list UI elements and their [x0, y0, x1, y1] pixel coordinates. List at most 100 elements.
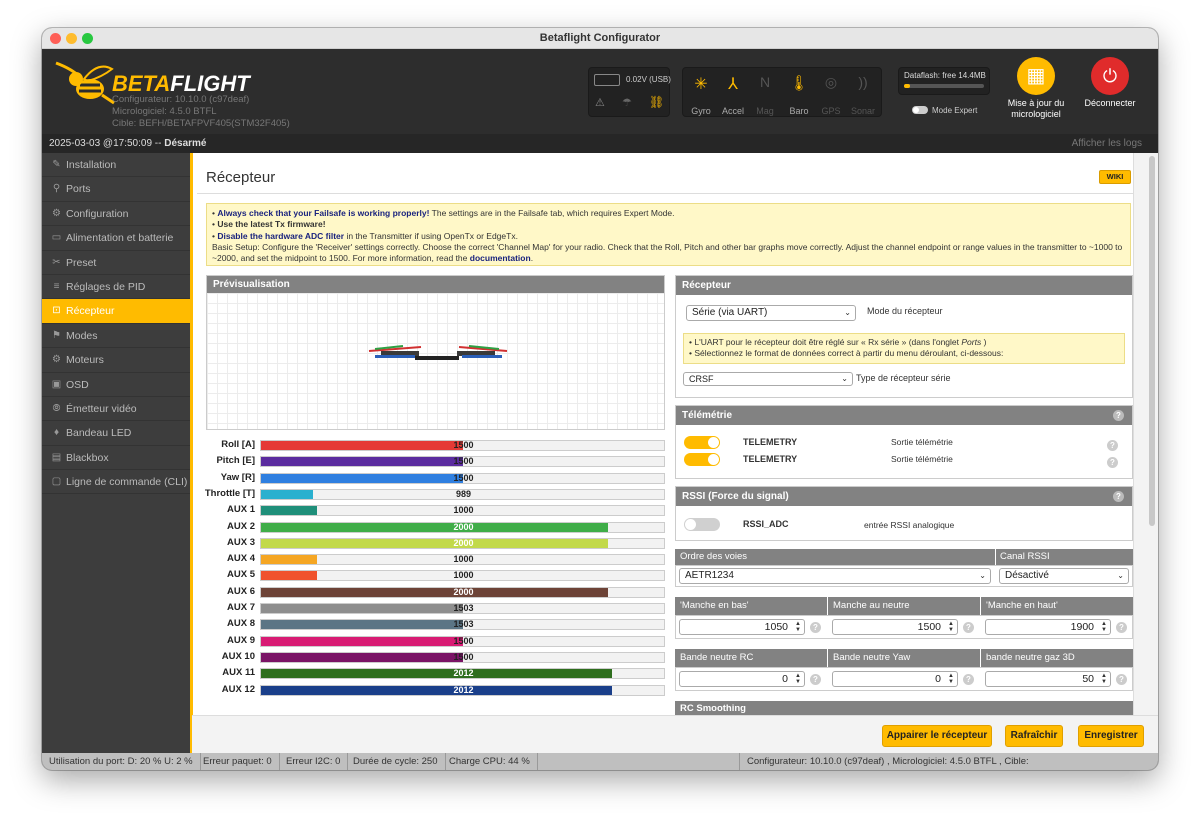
- sidebar-item-installation[interactable]: ✎ Installation: [42, 153, 190, 178]
- channel-value: 2000: [453, 537, 474, 548]
- minimize-window-button[interactable]: [66, 33, 77, 44]
- chevron-down-icon: ⌄: [979, 571, 986, 580]
- refresh-button[interactable]: Rafraîchir: [1005, 725, 1063, 747]
- modes-icon: ⚑: [52, 329, 61, 341]
- gyro-sensor: ✳ Gyro: [685, 74, 717, 116]
- configurator-version: Configurateur: 10.10.0 (c97deaf): [112, 94, 250, 105]
- bee-logo-icon: [55, 61, 115, 105]
- receiver-tab-content: Récepteur WIKI • Always check that your …: [190, 153, 1133, 753]
- rssi-adc-toggle[interactable]: [684, 518, 720, 531]
- receiver-panel: Récepteur Série (via UART) ⌄ Mode du réce…: [675, 275, 1133, 398]
- telemetry-toggle-2[interactable]: [684, 453, 720, 466]
- receiver-icon: ⊡: [52, 305, 61, 317]
- sidebar-item-receiver[interactable]: ⊡ Récepteur: [42, 299, 190, 324]
- dataflash-bar: [904, 84, 984, 88]
- cycle-time: Durée de cycle: 250: [346, 753, 446, 770]
- channel-label: AUX 6: [227, 585, 255, 597]
- expert-mode-toggle[interactable]: [912, 106, 928, 114]
- uart-note: • L'UART pour le récepteur doit être rég…: [683, 333, 1125, 364]
- yaw-deadband-input[interactable]: 0 ▲ ▼: [832, 671, 958, 687]
- status-bar: Utilisation du port: D: 20 % U: 2 % Erre…: [42, 753, 1158, 770]
- sidebar-item-preset[interactable]: ✂ Preset: [42, 251, 190, 275]
- channel-label: AUX 5: [227, 569, 255, 581]
- betaflight-logo: BETAFLIGHT Configurateur: 10.10.0 (c97de…: [54, 59, 290, 129]
- disconnect-button[interactable]: ⏻ Déconnecter: [1078, 57, 1142, 108]
- telemetry-desc-1: Sortie télémétrie: [891, 437, 953, 447]
- channel-bar: 1503: [260, 619, 665, 631]
- battery-icon: ▭: [51, 232, 62, 244]
- rc-deadband-title: Bande neutre RC: [675, 649, 827, 667]
- battery-icon: [594, 74, 620, 86]
- zoom-window-button[interactable]: [82, 33, 93, 44]
- accel-icon: ⅄: [728, 76, 738, 93]
- save-button[interactable]: Enregistrer: [1078, 725, 1144, 747]
- channel-bar: 2000: [260, 521, 665, 533]
- sidebar-item-cli[interactable]: ▢ Ligne de commande (CLI): [42, 470, 190, 495]
- scrollbar-thumb[interactable]: [1149, 156, 1155, 526]
- sidebar-item-blackbox[interactable]: ▤ Blackbox: [42, 446, 190, 471]
- sidebar-item-pid-tuning[interactable]: ≡ Réglages de PID: [42, 275, 190, 300]
- sidebar-item-configuration[interactable]: ⚙ Configuration: [42, 202, 190, 227]
- sidebar-item-osd[interactable]: ▣ OSD: [42, 373, 190, 397]
- channel-label: AUX 1: [227, 504, 255, 516]
- sidebar-item-ports[interactable]: ⚲ Ports: [42, 177, 190, 202]
- rssi-adc-name: RSSI_ADC: [743, 519, 789, 529]
- channel-map-title: Ordre des voies: [675, 549, 995, 565]
- deadband-panel: Bande neutre RC Bande neutre Yaw bande n…: [675, 649, 1133, 691]
- channel-value: 1500: [453, 635, 474, 646]
- stick-high-input[interactable]: 1900 ▲ ▼: [985, 619, 1111, 635]
- baro-sensor: 🌡 Baro: [783, 74, 815, 116]
- channel-bars: Roll [A] 1500 Pitch [E] 1500 Yaw [R] 1500 Thro…: [193, 439, 673, 699]
- close-window-button[interactable]: [50, 33, 61, 44]
- dataflash-bar-fill: [904, 84, 911, 88]
- channel-bar: 1500: [260, 472, 665, 484]
- help-icon: ?: [1116, 674, 1127, 685]
- receiver-mode-select[interactable]: Série (via UART) ⌄: [686, 305, 856, 321]
- rssi-channel-title: Canal RSSI: [996, 549, 1133, 565]
- stick-low-input[interactable]: 1050 ▲ ▼: [679, 619, 805, 635]
- documentation-link[interactable]: documentation: [470, 253, 531, 263]
- show-logs-link[interactable]: Afficher les logs: [1072, 134, 1142, 153]
- wiki-button[interactable]: WIKI: [1099, 170, 1131, 184]
- serial-receiver-type-select[interactable]: CRSF ⌄: [683, 372, 853, 386]
- preview-title: Prévisualisation: [207, 276, 664, 293]
- bind-receiver-button[interactable]: Appairer le récepteur: [882, 725, 992, 747]
- channel-map-select[interactable]: AETR1234 ⌄: [679, 568, 991, 584]
- throttle3d-deadband-input[interactable]: 50 ▲ ▼: [985, 671, 1111, 687]
- sidebar-item-modes[interactable]: ⚑ Modes: [42, 324, 190, 349]
- sliders-icon: ≡: [53, 280, 60, 292]
- telemetry-toggle-1[interactable]: [684, 436, 720, 449]
- rssi-channel-select[interactable]: Désactivé ⌄: [999, 568, 1129, 584]
- channel-value: 1000: [453, 505, 474, 516]
- mag-sensor: N Mag: [749, 74, 781, 116]
- channel-bar: 989: [260, 488, 665, 500]
- osd-icon: ▣: [51, 378, 62, 390]
- sidebar-item-power[interactable]: ▭ Alimentation et batterie: [42, 226, 190, 251]
- help-icon: ?: [1107, 440, 1118, 451]
- cpu-load: Charge CPU: 44 %: [442, 753, 538, 770]
- sidebar-item-vtx[interactable]: ⦾ Émetteur vidéo: [42, 397, 190, 422]
- channel-value: 2012: [453, 684, 474, 695]
- channel-label: AUX 10: [221, 650, 255, 662]
- chevron-down-icon: ⌄: [1117, 571, 1124, 580]
- receiver-notice: • Always check that your Failsafe is wor…: [206, 203, 1131, 266]
- rc-deadband-input[interactable]: 0 ▲ ▼: [679, 671, 805, 687]
- channel-value: 1000: [453, 554, 474, 565]
- channel-value: 1503: [453, 603, 474, 613]
- throttle3d-deadband-title: bande neutre gaz 3D: [981, 649, 1133, 667]
- port-usage: Utilisation du port: D: 20 % U: 2 %: [42, 753, 201, 770]
- channel-label: AUX 8: [227, 618, 255, 630]
- channel-value: 1500: [453, 651, 474, 662]
- help-icon: ?: [810, 674, 821, 685]
- sidebar-item-led-strip[interactable]: ♦ Bandeau LED: [42, 421, 190, 446]
- sonar-icon: )): [858, 74, 868, 90]
- stick-center-input[interactable]: 1500 ▲ ▼: [832, 619, 958, 635]
- firmware-update-button[interactable]: ▦ Mise à jour du micrologiciel: [1004, 57, 1068, 120]
- telemetry-name-2: TELEMETRY: [743, 454, 798, 464]
- chevron-down-icon: ⌄: [841, 374, 848, 383]
- channel-bar: 1000: [260, 505, 665, 517]
- channel-bar: 1500: [260, 651, 665, 663]
- chevron-down-icon: ⌄: [844, 308, 851, 317]
- channel-label: AUX 11: [222, 667, 255, 679]
- sidebar-item-motors[interactable]: ⚙ Moteurs: [42, 348, 190, 373]
